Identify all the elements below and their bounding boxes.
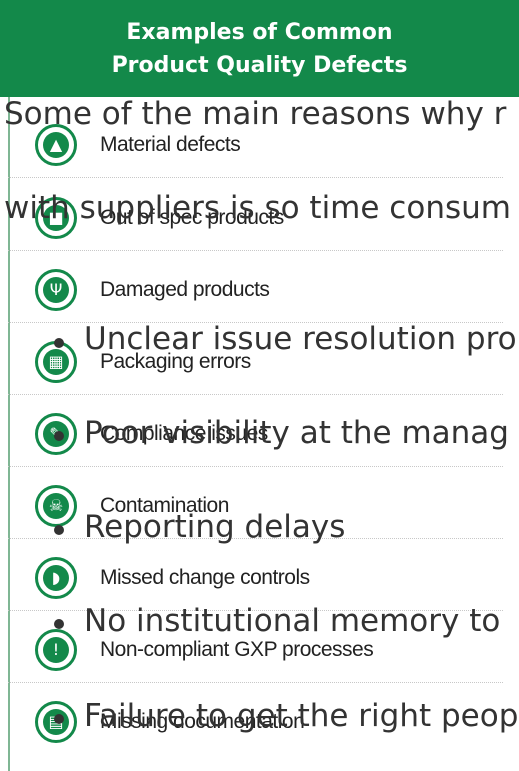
defect-label: Out of spec products xyxy=(100,206,284,229)
box-icon: ■ xyxy=(35,197,77,239)
defect-label: Compliance issues xyxy=(100,422,268,445)
binoculars-icon: ◗ xyxy=(35,557,77,599)
defect-item-packaging: ▦ Packaging errors xyxy=(8,334,503,395)
defect-label: Non-compliant GXP processes xyxy=(100,638,374,661)
gavel-icon: ✎ xyxy=(35,413,77,455)
defect-item-out-of-spec: ■ Out of spec products xyxy=(8,190,503,251)
document-search-icon: ▤ xyxy=(35,701,77,743)
defect-item-compliance: ✎ Compliance issues xyxy=(8,406,503,467)
defect-label: Material defects xyxy=(100,133,241,156)
infographic-title-line2: Product Quality Defects xyxy=(111,53,408,78)
defect-item-change-controls: ◗ Missed change controls xyxy=(8,550,503,611)
defect-label: Damaged products xyxy=(100,278,270,301)
defect-item-material: ▲ Material defects xyxy=(8,117,503,178)
defect-item-gxp: ! Non-compliant GXP processes xyxy=(8,622,503,683)
alert-badge-icon: ! xyxy=(35,629,77,671)
infographic-title-line1: Examples of Common xyxy=(126,20,393,45)
defect-label: Contamination xyxy=(100,494,229,517)
infographic-header: Examples of Common Product Quality Defec… xyxy=(0,0,519,97)
defect-label: Packaging errors xyxy=(100,350,251,373)
warning-icon: ▲ xyxy=(35,124,77,166)
defect-label: Missing documentation xyxy=(100,710,305,733)
defect-item-contamination: ☠ Contamination xyxy=(8,478,503,539)
defect-label: Missed change controls xyxy=(100,566,310,589)
skull-icon: ☠ xyxy=(35,485,77,527)
package-icon: ▦ xyxy=(35,341,77,383)
broken-glass-icon: Ψ xyxy=(35,269,77,311)
defect-item-damaged: Ψ Damaged products xyxy=(8,262,503,323)
defect-item-documentation: ▤ Missing documentation xyxy=(8,694,503,754)
